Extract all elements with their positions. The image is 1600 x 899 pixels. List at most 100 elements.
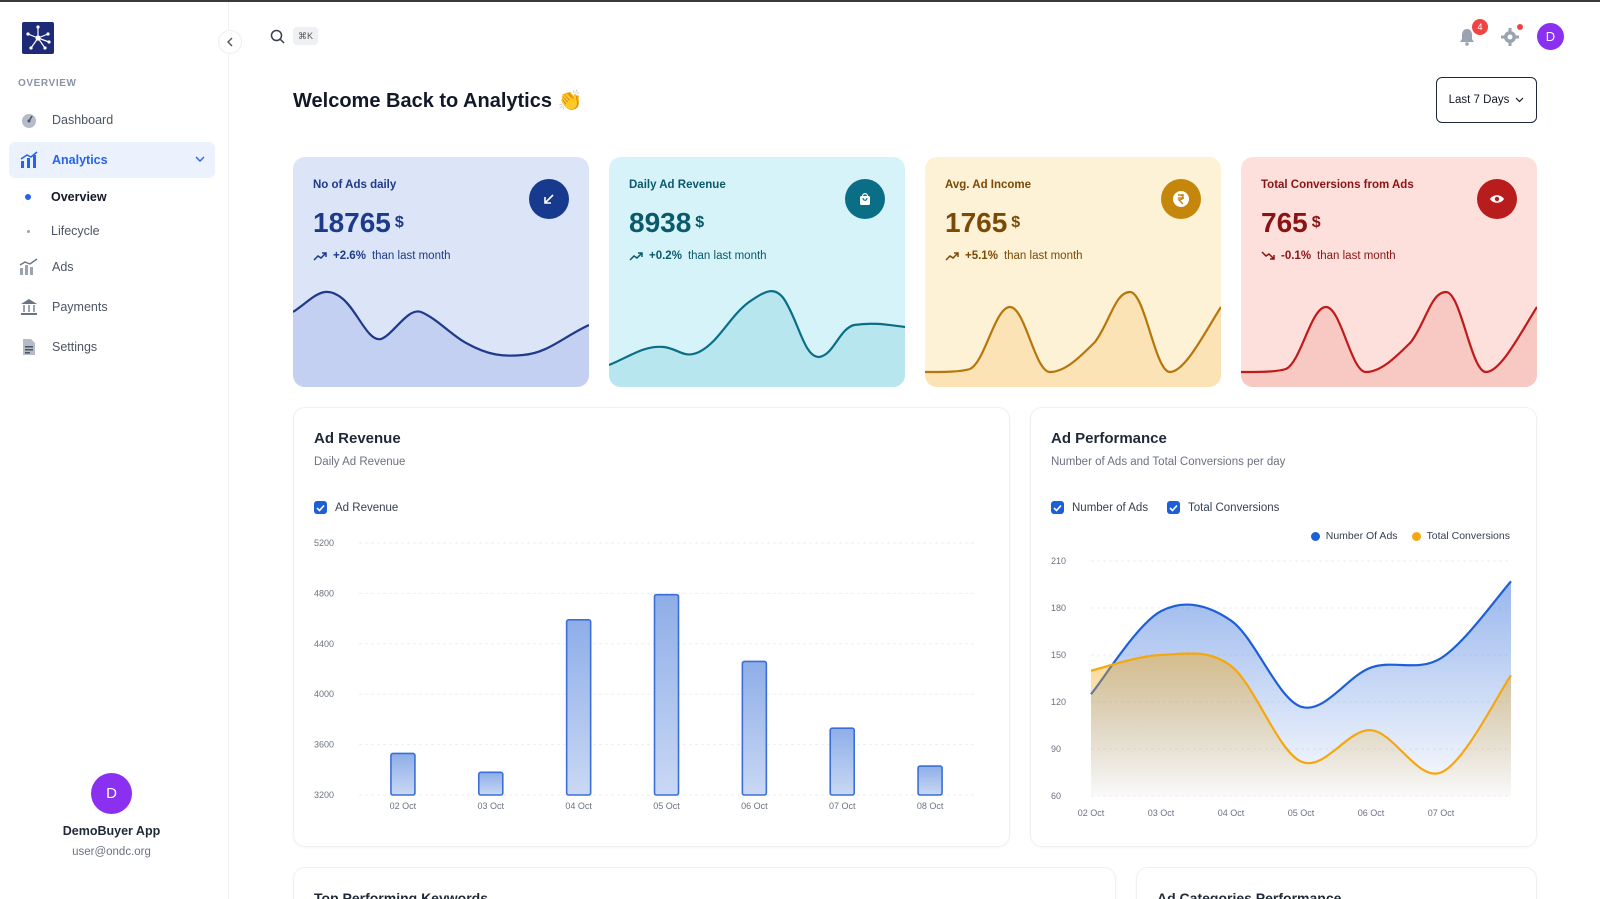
trend-up-icon	[629, 252, 643, 261]
document-icon	[19, 337, 39, 357]
stat-currency: $	[1011, 214, 1021, 231]
stat-label: No of Ads daily	[313, 179, 397, 191]
sidebar-item-dashboard[interactable]: Dashboard	[9, 102, 215, 138]
network-logo-icon	[26, 25, 51, 50]
sidebar-subitem-lifecycle[interactable]: Lifecycle	[22, 224, 100, 238]
chevron-down-icon	[195, 152, 205, 166]
stat-card-daily-ad-revenue: Daily Ad Revenue 8938 $ +0.2% than last mo…	[609, 157, 905, 387]
stat-card-total-conversions: Total Conversions from Ads 765 $ -0.1% tha…	[1241, 157, 1537, 387]
stat-currency: $	[695, 214, 705, 231]
stat-number: 18765	[313, 207, 391, 238]
ad-revenue-bar-chart: 3200 3600 4000 4400 4800 5200 02 Oct 03 Oct 04 O…	[314, 538, 974, 811]
sidebar-item-payments[interactable]: Payments	[9, 289, 215, 325]
x-tick-label: 04 Oct	[565, 801, 592, 811]
profile-avatar[interactable]: D	[1537, 23, 1564, 50]
bank-icon	[19, 297, 39, 317]
stat-value: 765 $	[1261, 207, 1321, 239]
bar[interactable]	[917, 765, 943, 796]
bar[interactable]	[390, 752, 416, 796]
stat-change: +5.1%	[965, 250, 998, 262]
bar[interactable]	[477, 771, 504, 796]
legend-label: Total Conversions	[1426, 530, 1510, 542]
x-tick-label: 06 Oct	[1358, 808, 1385, 818]
search-icon[interactable]	[270, 29, 285, 49]
legend-dot	[1310, 531, 1320, 541]
y-tick-label: 4800	[314, 588, 334, 598]
panel-subtitle: Number of Ads and Total Conversions per …	[1051, 456, 1286, 468]
app-logo[interactable]	[22, 22, 54, 54]
ad-revenue-panel: Ad Revenue Daily Ad Revenue Ad Revenue 3…	[293, 407, 1010, 847]
sidebar-item-label: Dashboard	[52, 113, 114, 127]
date-range-value: Last 7 Days	[1448, 94, 1510, 106]
ad-performance-panel: Ad Performance Number of Ads and Total C…	[1030, 407, 1537, 847]
y-tick-label: 90	[1051, 744, 1061, 754]
x-tick-label: 02 Oct	[390, 801, 417, 811]
x-tick-label: 07 Oct	[829, 801, 856, 811]
stat-trend: -0.1% than last month	[1261, 250, 1396, 262]
stat-sparkline	[925, 290, 1221, 387]
legend-item-total-conversions[interactable]: Total Conversions	[1411, 530, 1510, 542]
x-tick-label: 07 Oct	[1428, 808, 1455, 818]
ad-revenue-checkbox[interactable]: Ad Revenue	[314, 501, 398, 514]
sidebar-item-label: Analytics	[52, 153, 108, 167]
user-avatar[interactable]: D	[91, 773, 132, 814]
shopping-bag-icon	[845, 179, 885, 219]
sidebar-item-label: Payments	[52, 300, 108, 314]
checkbox-checked-icon	[1167, 501, 1180, 514]
sidebar-item-analytics[interactable]: Analytics	[9, 142, 215, 178]
y-tick-label: 60	[1051, 791, 1061, 801]
rupee-icon	[1161, 179, 1201, 219]
stat-change-suffix: than last month	[371, 250, 451, 262]
dot-icon	[26, 229, 30, 233]
bar[interactable]	[741, 660, 768, 796]
bar[interactable]	[829, 727, 856, 796]
stat-currency: $	[1311, 214, 1321, 231]
stat-trend: +5.1% than last month	[945, 250, 1083, 262]
stat-change-suffix: than last month	[1003, 250, 1083, 262]
page-title-text: Welcome Back to Analytics	[293, 90, 552, 112]
sidebar-item-settings[interactable]: Settings	[9, 329, 215, 365]
stat-value: 8938 $	[629, 207, 704, 239]
stat-sparkline	[293, 290, 589, 387]
stat-value: 1765 $	[945, 207, 1020, 239]
y-tick-label: 180	[1051, 603, 1066, 613]
bar[interactable]	[653, 593, 680, 796]
stat-label: Avg. Ad Income	[945, 179, 1032, 191]
notification-badge: 4	[1472, 19, 1488, 35]
bar[interactable]	[565, 619, 592, 796]
sidebar-subitem-overview[interactable]: Overview	[22, 190, 107, 204]
stat-change-suffix: than last month	[687, 250, 767, 262]
arrow-down-left-icon	[529, 179, 569, 219]
stat-currency: $	[394, 214, 404, 231]
y-tick-label: 210	[1051, 556, 1066, 566]
panel-title: Top Performing Keywords	[314, 890, 488, 899]
sidebar-subitem-label: Lifecycle	[51, 224, 100, 238]
x-tick-label: 03 Oct	[1148, 808, 1175, 818]
y-tick-label: 150	[1051, 650, 1066, 660]
number-of-ads-checkbox[interactable]: Number of Ads	[1051, 501, 1148, 514]
gear-icon[interactable]	[1500, 27, 1520, 52]
y-tick-label: 3200	[314, 790, 334, 800]
panel-title: Ad Revenue	[314, 430, 401, 447]
settings-status-dot	[1517, 24, 1523, 30]
top-keywords-panel: Top Performing Keywords	[293, 867, 1116, 899]
sidebar-collapse-button[interactable]	[218, 30, 242, 54]
panel-subtitle: Daily Ad Revenue	[314, 456, 406, 468]
user-email: user@ondc.org	[72, 846, 151, 858]
y-tick-label: 4400	[314, 639, 334, 649]
x-tick-label: 03 Oct	[478, 801, 505, 811]
stat-change-suffix: than last month	[1317, 250, 1396, 262]
date-range-select[interactable]: Last 7 Days	[1436, 77, 1537, 123]
checkbox-label: Total Conversions	[1188, 501, 1280, 514]
speedometer-icon	[19, 110, 39, 130]
total-conversions-checkbox[interactable]: Total Conversions	[1167, 501, 1279, 514]
legend-item-number-of-ads[interactable]: Number Of Ads	[1310, 530, 1398, 542]
x-tick-label: 08 Oct	[917, 801, 944, 811]
x-tick-label: 02 Oct	[1078, 808, 1105, 818]
panel-title: Ad Performance	[1051, 430, 1167, 447]
sidebar-item-ads[interactable]: Ads	[9, 249, 215, 285]
stat-change: +0.2%	[649, 250, 682, 262]
stat-card-ads-daily: No of Ads daily 18765 $ +2.6% than last mo…	[293, 157, 589, 387]
x-tick-label: 05 Oct	[653, 801, 680, 811]
stat-sparkline	[609, 290, 905, 387]
